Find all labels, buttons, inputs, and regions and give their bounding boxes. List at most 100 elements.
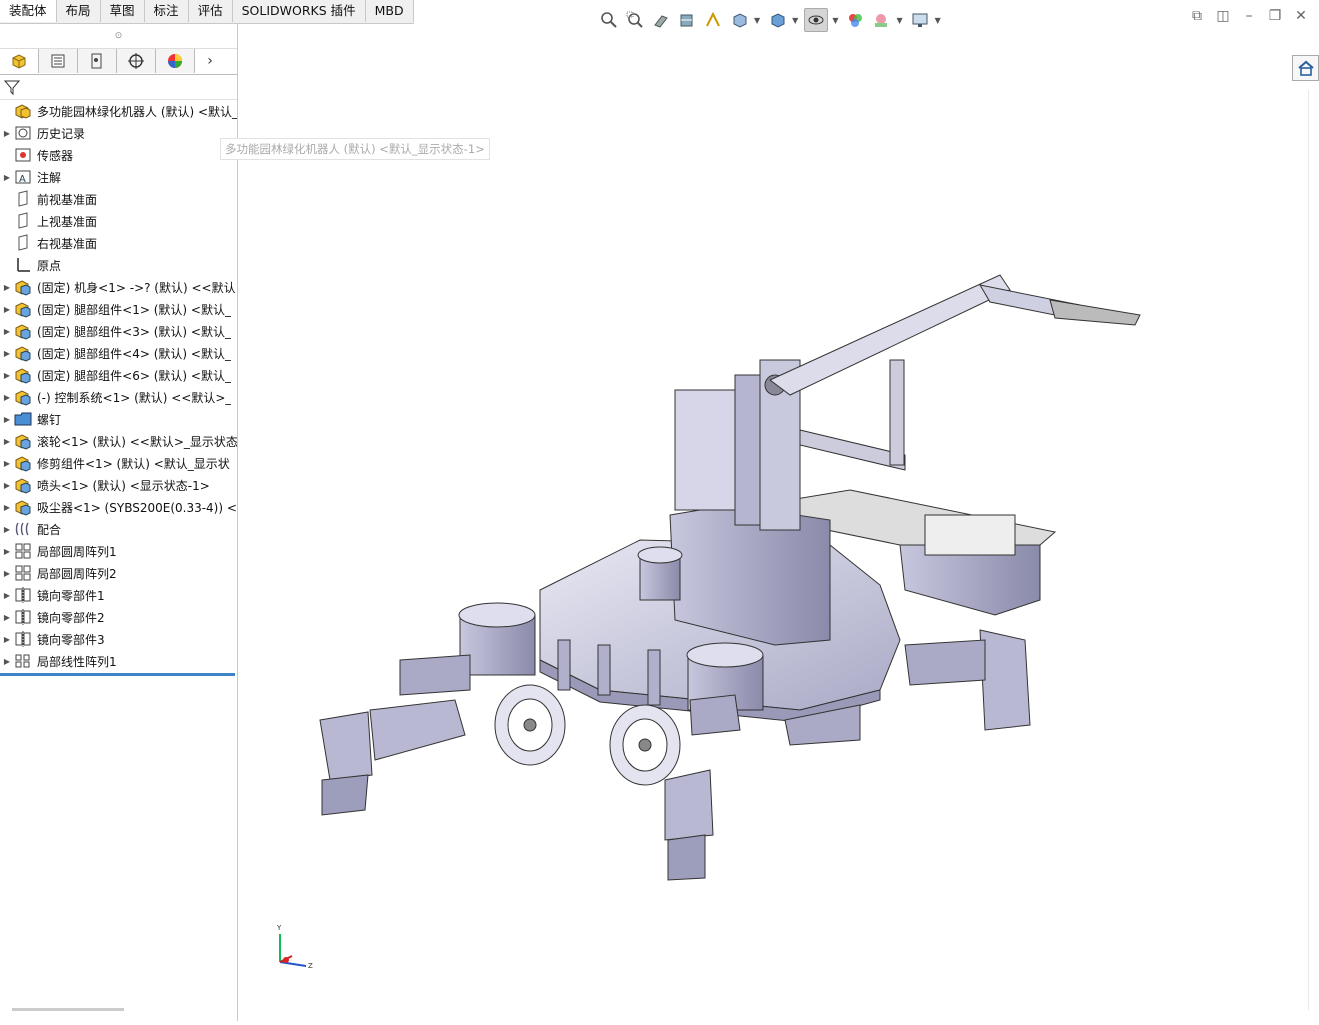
expand-arrow-icon[interactable]: ▶ xyxy=(0,635,14,644)
robot-assembly-model[interactable] xyxy=(238,24,1308,1021)
tree-item[interactable]: 前视基准面 xyxy=(0,188,237,210)
expand-arrow-icon[interactable]: ▶ xyxy=(0,173,14,182)
tab-5[interactable]: SOLIDWORKS 插件 xyxy=(233,0,366,22)
mirror-icon xyxy=(14,586,32,604)
feature-manager-tab-icon[interactable] xyxy=(0,49,39,73)
chevron-right-icon[interactable]: › xyxy=(195,49,225,73)
restore-icon[interactable]: ⧉ xyxy=(1184,8,1210,24)
expand-arrow-icon[interactable]: ▶ xyxy=(0,327,14,336)
expand-arrow-icon[interactable]: ▶ xyxy=(0,283,14,292)
tree-item[interactable]: ▶ 修剪组件<1> (默认) <默认_显示状 xyxy=(0,452,237,474)
maximize-icon[interactable]: ❐ xyxy=(1262,8,1288,24)
filter-icon[interactable] xyxy=(3,78,21,96)
expand-arrow-icon[interactable]: ▶ xyxy=(0,481,14,490)
expand-arrow-icon[interactable]: ▶ xyxy=(0,569,14,578)
tree-item[interactable]: ▶ 局部线性阵列1 xyxy=(0,650,237,672)
tree-item[interactable]: 原点 xyxy=(0,254,237,276)
origin-icon xyxy=(14,256,32,274)
tree-item[interactable]: ▶ 镜向零部件2 xyxy=(0,606,237,628)
tab-2[interactable]: 草图 xyxy=(101,0,145,22)
tree-item[interactable]: 右视基准面 xyxy=(0,232,237,254)
expand-arrow-icon[interactable]: ▶ xyxy=(0,613,14,622)
tree-item-label: 原点 xyxy=(37,258,62,273)
expand-arrow-icon[interactable]: ▶ xyxy=(0,657,14,666)
expand-arrow-icon[interactable]: ▶ xyxy=(0,129,14,138)
expand-arrow-icon[interactable]: ▶ xyxy=(0,503,14,512)
tree-item[interactable]: ▶ 喷头<1> (默认) <显示状态-1> xyxy=(0,474,237,496)
property-manager-tab-icon[interactable] xyxy=(39,49,78,73)
tree-item[interactable]: 上视基准面 xyxy=(0,210,237,232)
tree-item[interactable]: ▶ 滚轮<1> (默认) <<默认>_显示状态 xyxy=(0,430,237,452)
tree-item[interactable]: ▶ 螺钉 xyxy=(0,408,237,430)
horizontal-scrollbar[interactable] xyxy=(12,1008,124,1011)
plane-icon xyxy=(14,190,32,208)
tree-item[interactable]: ▶ 镜向零部件3 xyxy=(0,628,237,650)
expand-arrow-icon[interactable]: ▶ xyxy=(0,459,14,468)
vertical-scrollbar[interactable] xyxy=(1308,90,1319,1010)
tab-6[interactable]: MBD xyxy=(366,0,414,22)
tab-3[interactable]: 标注 xyxy=(145,0,189,22)
tree-item[interactable]: ▶ 局部圆周阵列2 xyxy=(0,562,237,584)
pattern-icon xyxy=(14,564,32,582)
window-controls: ⧉ ◫ – ❐ ✕ xyxy=(1184,8,1314,24)
expand-arrow-icon[interactable]: ▶ xyxy=(0,349,14,358)
expand-arrow-icon[interactable]: ▶ xyxy=(0,393,14,402)
tree-item-label: 镜向零部件3 xyxy=(37,632,105,647)
plane-icon xyxy=(14,212,32,230)
tree-item-label: 滚轮<1> (默认) <<默认>_显示状态 xyxy=(37,434,237,449)
configuration-manager-tab-icon[interactable] xyxy=(78,49,117,73)
tab-4[interactable]: 评估 xyxy=(189,0,233,22)
expand-arrow-icon[interactable]: ▶ xyxy=(0,305,14,314)
tree-item-label: 右视基准面 xyxy=(37,236,98,251)
tree-item-label: (固定) 腿部组件<3> (默认) <默认_ xyxy=(37,324,231,339)
mirror-icon xyxy=(14,630,32,648)
tree-item[interactable]: ▶ (固定) 腿部组件<1> (默认) <默认_ xyxy=(0,298,237,320)
tree-item-label: 修剪组件<1> (默认) <默认_显示状 xyxy=(37,456,230,471)
expand-arrow-icon[interactable]: ▶ xyxy=(0,437,14,446)
tree-item[interactable]: ▶ (固定) 腿部组件<6> (默认) <默认_ xyxy=(0,364,237,386)
tree-item[interactable]: ▶ 局部圆周阵列1 xyxy=(0,540,237,562)
feature-tree: 多功能园林绿化机器人 (默认) <默认_显示 ▶ 历史记录传感器 ▶ A 注解前视基准面上… xyxy=(0,100,237,676)
dimxpert-manager-tab-icon[interactable] xyxy=(117,49,156,73)
part-icon xyxy=(14,498,32,516)
tree-item-label: 螺钉 xyxy=(37,412,62,427)
tree-item-label: 上视基准面 xyxy=(37,214,98,229)
panel-splitter[interactable]: ⊙ xyxy=(0,24,237,49)
tree-item[interactable]: 传感器 xyxy=(0,144,237,166)
tree-item-label: (固定) 机身<1> ->? (默认) <<默认 xyxy=(37,280,236,295)
tree-root[interactable]: 多功能园林绿化机器人 (默认) <默认_显示 xyxy=(0,100,237,122)
history-icon xyxy=(14,124,32,142)
tab-0[interactable]: 装配体 xyxy=(0,0,57,22)
tree-item[interactable]: ▶ 镜向零部件1 xyxy=(0,584,237,606)
expand-arrow-icon[interactable]: ▶ xyxy=(0,591,14,600)
tree-filter[interactable] xyxy=(0,75,237,100)
tile-icon[interactable]: ◫ xyxy=(1210,8,1236,24)
part-icon xyxy=(14,366,32,384)
expand-arrow-icon[interactable]: ▶ xyxy=(0,525,14,534)
tree-item[interactable]: ▶ (-) 控制系统<1> (默认) <<默认>_ xyxy=(0,386,237,408)
mates-icon xyxy=(14,520,32,538)
tree-item[interactable]: ▶ 历史记录 xyxy=(0,122,237,144)
display-manager-tab-icon[interactable] xyxy=(156,49,195,73)
rollback-bar[interactable] xyxy=(0,673,235,676)
expand-arrow-icon[interactable]: ▶ xyxy=(0,371,14,380)
tree-item-label: 喷头<1> (默认) <显示状态-1> xyxy=(37,478,210,493)
tree-item[interactable]: ▶ 配合 xyxy=(0,518,237,540)
tree-item[interactable]: ▶ 吸尘器<1> (SYBS200E(0.33-4)) < xyxy=(0,496,237,518)
tree-item-label: 传感器 xyxy=(37,148,74,163)
tab-1[interactable]: 布局 xyxy=(57,0,101,22)
tree-item-label: (-) 控制系统<1> (默认) <<默认>_ xyxy=(37,390,232,405)
tree-item[interactable]: ▶ (固定) 机身<1> ->? (默认) <<默认 xyxy=(0,276,237,298)
folder-icon xyxy=(14,410,32,428)
expand-arrow-icon[interactable]: ▶ xyxy=(0,415,14,424)
triad-y-label: Y xyxy=(276,924,282,932)
graphics-area[interactable] xyxy=(238,24,1308,1021)
close-icon[interactable]: ✕ xyxy=(1288,8,1314,24)
tree-item-label: 局部圆周阵列2 xyxy=(37,566,117,581)
tree-item[interactable]: ▶ (固定) 腿部组件<4> (默认) <默认_ xyxy=(0,342,237,364)
minimize-icon[interactable]: – xyxy=(1236,8,1262,24)
tree-item[interactable]: ▶ A 注解 xyxy=(0,166,237,188)
tree-item-label: 历史记录 xyxy=(37,126,86,141)
expand-arrow-icon[interactable]: ▶ xyxy=(0,547,14,556)
tree-item[interactable]: ▶ (固定) 腿部组件<3> (默认) <默认_ xyxy=(0,320,237,342)
